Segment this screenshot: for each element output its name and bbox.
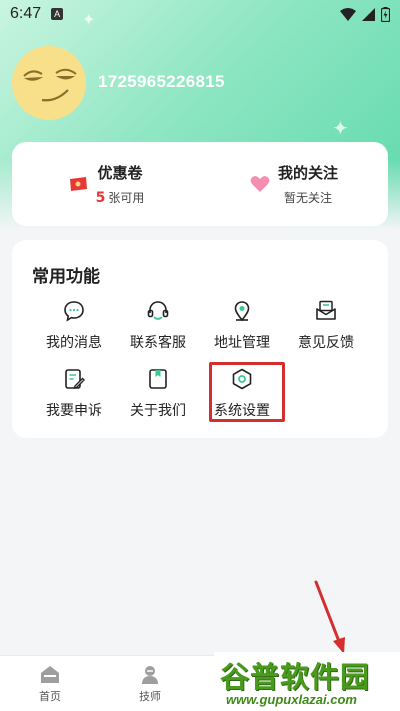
appeal-edit-icon bbox=[61, 366, 87, 392]
coupon-ticket-icon bbox=[69, 177, 87, 191]
home-icon bbox=[41, 666, 59, 683]
functions-title: 常用功能 bbox=[32, 267, 100, 287]
follow-subtitle: 暂无关注 bbox=[283, 191, 332, 205]
func-item-address[interactable]: 地址管理 bbox=[200, 298, 284, 360]
status-bar: 6:47 A bbox=[0, 0, 400, 28]
status-time: 6:47 bbox=[10, 5, 42, 22]
follow-title: 我的关注 bbox=[277, 164, 338, 182]
watermark-logo: 谷普软件园 www.gupuxlazai.com bbox=[214, 652, 400, 711]
func-item-customer-service[interactable]: 联系客服 bbox=[116, 298, 200, 360]
watermark-url: www.gupuxlazai.com bbox=[226, 692, 357, 707]
coupon-title: 优惠卷 bbox=[97, 164, 143, 182]
headset-icon bbox=[145, 298, 171, 324]
battery-icon bbox=[381, 6, 390, 22]
nav-label: 技师 bbox=[139, 690, 161, 703]
message-icon bbox=[61, 298, 87, 324]
wifi-icon bbox=[340, 7, 356, 21]
notification-icon: A bbox=[51, 8, 64, 20]
nav-item-technician[interactable]: 技师 bbox=[100, 656, 200, 711]
func-label: 地址管理 bbox=[214, 335, 270, 351]
nav-item-home[interactable]: 首页 bbox=[0, 656, 100, 711]
func-label: 意见反馈 bbox=[298, 335, 354, 351]
technician-icon bbox=[142, 666, 158, 684]
func-label: 联系客服 bbox=[130, 335, 186, 351]
location-pin-icon bbox=[229, 298, 255, 324]
coupon-stat[interactable]: 优惠卷 5 张可用 bbox=[12, 142, 200, 226]
about-book-icon bbox=[145, 366, 171, 392]
func-label: 我要申诉 bbox=[46, 403, 102, 419]
func-item-about[interactable]: 关于我们 bbox=[116, 366, 200, 428]
func-label: 系统设置 bbox=[214, 403, 270, 419]
func-item-appeal[interactable]: 我要申诉 bbox=[32, 366, 116, 428]
follow-stat[interactable]: 我的关注 暂无关注 bbox=[200, 142, 388, 226]
red-arrow-annotation bbox=[314, 580, 345, 654]
coupon-subtitle: 5 张可用 bbox=[96, 189, 145, 206]
avatar[interactable] bbox=[12, 46, 86, 120]
heart-icon bbox=[250, 176, 270, 192]
functions-card: 常用功能 我的消息 联系客服 地址管理 意见反馈 我要申诉 关于我们 系统设置 bbox=[12, 240, 388, 438]
stats-card: 优惠卷 5 张可用 我的关注 暂无关注 bbox=[12, 142, 388, 226]
feedback-envelope-icon bbox=[313, 298, 339, 324]
coupon-count: 5 bbox=[95, 190, 106, 206]
coupon-count-suffix: 张可用 bbox=[108, 191, 145, 205]
func-item-feedback[interactable]: 意见反馈 bbox=[284, 298, 368, 360]
watermark-main-text: 谷普软件园 bbox=[220, 660, 371, 694]
nav-label: 首页 bbox=[39, 690, 61, 703]
smirk-face-icon bbox=[12, 46, 86, 120]
sparkle-icon: ✦ bbox=[332, 116, 349, 140]
settings-hexagon-icon bbox=[229, 366, 255, 392]
signal-icon bbox=[362, 7, 375, 21]
func-item-settings[interactable]: 系统设置 bbox=[200, 366, 284, 428]
func-item-messages[interactable]: 我的消息 bbox=[32, 298, 116, 360]
user-id[interactable]: 1725965226815 bbox=[98, 72, 225, 92]
func-label: 关于我们 bbox=[130, 403, 186, 419]
func-label: 我的消息 bbox=[46, 335, 102, 351]
